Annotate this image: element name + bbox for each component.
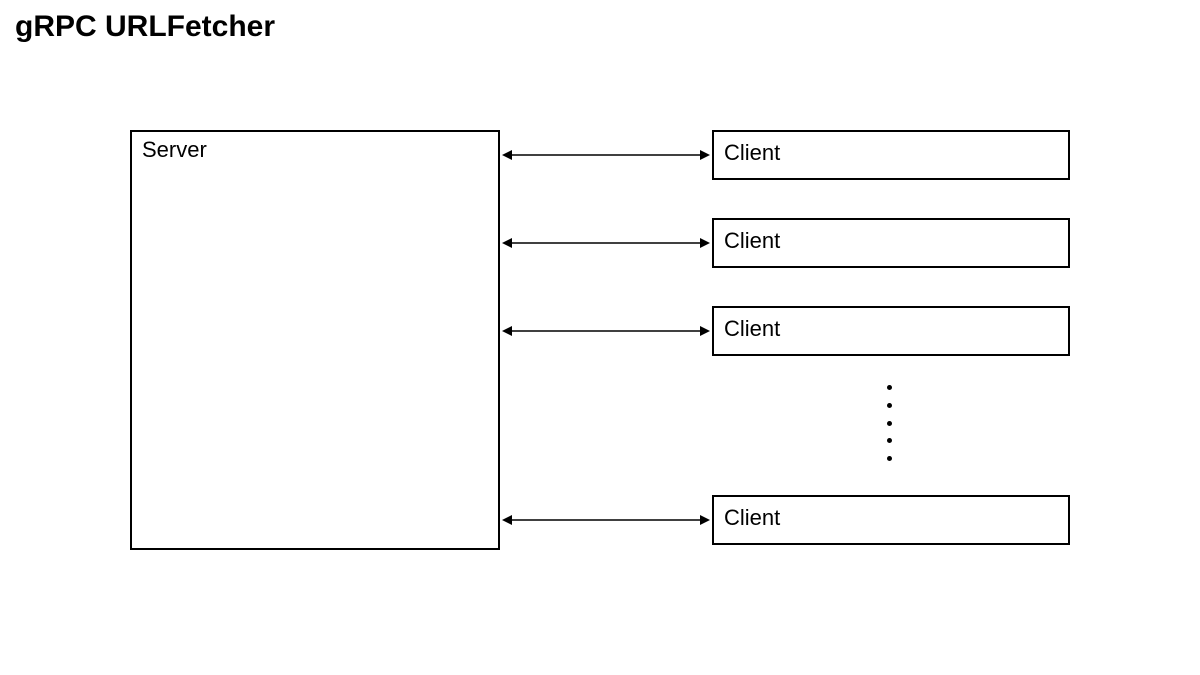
vertical-ellipsis-icon (885, 385, 893, 461)
client-label-3: Client (724, 505, 780, 531)
client-box-3: Client (712, 495, 1070, 545)
client-label-1: Client (724, 228, 780, 254)
client-label-0: Client (724, 140, 780, 166)
slide-title: gRPC URLFetcher (15, 10, 275, 44)
client-box-2: Client (712, 306, 1070, 356)
connector-2 (502, 323, 710, 339)
client-label-2: Client (724, 316, 780, 342)
connector-3 (502, 512, 710, 528)
client-box-0: Client (712, 130, 1070, 180)
connector-1 (502, 235, 710, 251)
client-box-1: Client (712, 218, 1070, 268)
connector-0 (502, 147, 710, 163)
server-label: Server (142, 137, 207, 163)
server-box: Server (130, 130, 500, 550)
